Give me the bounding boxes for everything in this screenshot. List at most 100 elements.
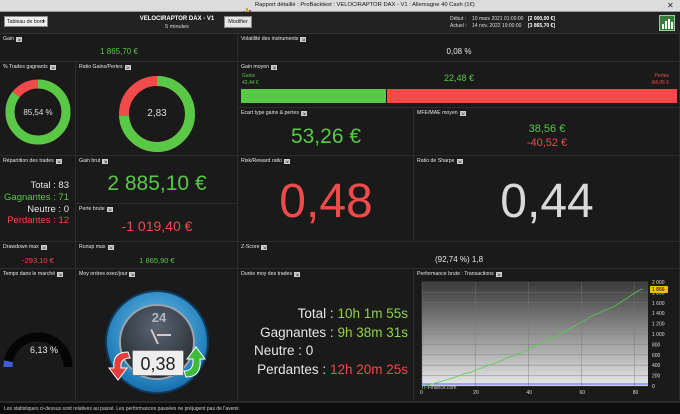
end-cash: [3 865,70 €] [528,23,555,29]
duration-winners: Gagnantes : 9h 38m 31s [260,324,408,340]
panel-perf-label: Performance brute : Transactions ⇲ [417,271,502,277]
panel-distribution: Répartition des trades ⇲ Total : 83 Gagna… [0,156,76,242]
panel-pct-winning-label: % Trades gagnants ⇲ [3,64,56,70]
pin-icon[interactable]: ⇲ [102,158,109,164]
dashboard-select-label: Tableau de bord [7,19,45,25]
pin-icon[interactable]: ⇲ [283,158,290,164]
pin-icon[interactable]: ⇲ [300,36,307,42]
mae-value: -40,52 € [526,137,568,149]
pin-icon[interactable]: ⇲ [294,271,301,277]
distribution-winners: Gagnantes : 71 [4,192,69,203]
panel-gross-gain-label: Gain brut ⇲ [79,158,109,164]
panel-drawdown-label: Drawdown max ⇲ [3,244,47,250]
pin-icon[interactable]: ⇲ [57,271,64,277]
app-icon [243,2,252,15]
strategy-name: VELOCIRAPTOR DAX - V1 [139,16,215,22]
chart-watermark: IT-Finance.com [422,385,457,391]
panel-drawdown: Drawdown max ⇲ -293,10 € [0,242,76,269]
start-label: Début : [450,16,467,22]
chart-y-tick-label: 1 200 [652,322,665,328]
panel-mfe-label: MFE/MAE moyen ⇲ [417,110,466,116]
panel-ratio-label: Ratio Gains/Pertes ⇲ [79,64,131,70]
footer: Les statistiques ci-dessus sont relative… [0,402,680,414]
pin-icon[interactable]: ⇲ [124,64,131,70]
panel-gross-loss-label: Perte brute ⇲ [79,206,113,212]
panel-time-market-label: Temps dans le marché ⇲ [3,271,64,277]
duration-neutral: Neutre : 0 [254,343,314,358]
chart-x-tick-label: 60 [580,390,586,396]
panel-runup-label: Runup max ⇲ [79,244,114,250]
sharpe-value: 0,44 [500,175,594,228]
ratio-value: 2,83 [147,108,167,119]
pin-icon[interactable]: ⇲ [300,110,307,116]
panel-pct-winning: % Trades gagnants ⇲ 85,54 % [0,62,76,156]
pin-icon[interactable]: ⇲ [55,158,62,164]
orders-value: 0,38 [140,354,176,374]
distribution-total: Total : 83 [30,180,69,191]
title-bar: Rapport détaillé : ProBacktest : VELOCIR… [0,0,680,15]
panel-risk-reward: Risk/Reward ratio ⇲ 0,48 [238,156,414,242]
panel-gain-label: Gain ⇲ [3,36,22,42]
panel-perf: Performance brute : Transactions ⇲ 0 200 40… [414,269,680,402]
arrow-down-icon [108,351,131,381]
panel-sharpe: Ratio de Sharpe ⇲ 0,44 [414,156,680,242]
chart-y-tick-label: 600 [652,353,661,359]
close-icon[interactable]: ✕ [667,1,674,10]
chart-x-tick-label: 80 [633,390,639,396]
modify-button[interactable]: Modifier [224,16,252,28]
pin-icon[interactable]: ⇲ [495,271,502,277]
volatility-value: 0,08 % [446,47,472,56]
panel-orders-label: Moy ordres exec/jour ⇲ [79,271,136,277]
arrow-up-icon [183,346,206,378]
chart-y-tick-label: 1 000 [652,332,665,338]
export-icon[interactable] [659,15,675,31]
window-title: Rapport détaillé : ProBacktest : VELOCIR… [255,2,475,8]
runup-value: 1 865,90 € [139,256,175,265]
panel-gross-gain: Gain brut ⇲ 2 885,10 € [76,156,238,204]
chart-y-tick-label: 1 600 [652,301,665,307]
chart-y-tick-label: 0 [652,384,655,390]
gross-loss-value: -1 019,40 € [121,218,193,234]
pin-icon[interactable]: ⇲ [107,244,114,250]
time-market-value: 6,13 % [29,345,59,355]
dashboard-select[interactable]: Tableau de bord ▾ [4,16,48,27]
start-date: 10 mars 2021 01:00:00 [472,16,524,22]
chart-last-value-label: 1 866 [652,287,665,293]
pin-icon[interactable]: ⇲ [15,36,22,42]
panel-avg-gain-label: Gain moyen ⇲ [241,64,277,70]
panel-avg-gain: Gain moyen ⇲ Gains 42,44 € Pertes -84,06 … [238,62,680,108]
pin-icon[interactable]: ⇲ [261,244,268,250]
timeframe: 5 minutes [165,24,189,30]
duration-losers: Perdantes : 12h 20m 25s [257,361,408,377]
panel-ratio: Ratio Gains/Pertes ⇲ 2,83 [76,62,238,156]
gross-gain-value: 2 885,10 € [107,172,207,195]
chart-x-tick-label: 20 [473,390,479,396]
pin-icon[interactable]: ⇲ [459,110,466,116]
avg-gain-value: 22,48 € [443,73,475,83]
stddev-value: 53,26 € [290,125,362,148]
toolbar: Tableau de bord ▾ VELOCIRAPTOR DAX - V1 … [0,12,680,34]
drawdown-value: -293,10 € [22,256,54,265]
panel-volatility: Volatilité des instruments ⇲ 0,08 % [238,34,680,62]
panel-duration: Durée moy des trades ⇲ Total : 10h 1m 55s… [238,269,414,402]
panel-mfe: MFE/MAE moyen ⇲ 38,56 € -40,52 € [414,108,680,156]
panel-stddev: Ecart type gains & pertes ⇲ 53,26 € [238,108,414,156]
gain-value: 1 865,70 € [100,47,138,56]
mfe-value: 38,56 € [528,123,566,135]
pin-icon[interactable]: ⇲ [456,158,463,164]
report-window: Rapport détaillé : ProBacktest : VELOCIR… [0,0,680,414]
panel-risk-reward-label: Risk/Reward ratio ⇲ [241,158,290,164]
pin-icon[interactable]: ⇲ [49,64,56,70]
pin-icon[interactable]: ⇲ [129,271,136,277]
panel-gross-loss: Perte brute ⇲ -1 019,40 € [76,204,238,242]
panel-gain: Gain ⇲ 1 865,70 € [0,34,238,62]
duration-rows: Total : 10h 1m 55s Gagnantes : 9h 38m 31… [238,305,413,379]
pin-icon[interactable]: ⇲ [270,64,277,70]
panel-zscore-label: Z-Score ⇲ [241,244,268,250]
pin-icon[interactable]: ⇲ [106,206,113,212]
panel-sharpe-label: Ratio de Sharpe ⇲ [417,158,463,164]
pin-icon[interactable]: ⇲ [40,244,47,250]
chart-y-tick-label: 2 000 [652,280,665,286]
panel-runup: Runup max ⇲ 1 865,90 € [76,242,238,269]
panel-distribution-label: Répartition des trades ⇲ [3,158,62,164]
